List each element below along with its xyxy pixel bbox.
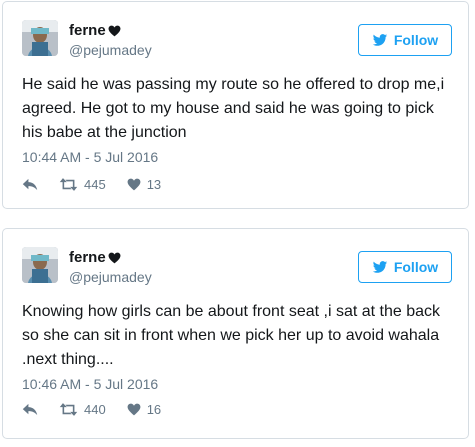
display-name[interactable]: ferne: [69, 22, 106, 40]
heart-icon: [108, 252, 121, 264]
reply-button[interactable]: [22, 178, 38, 191]
tweet-card: ferne @pejumadey Follow Knowing how girl…: [2, 228, 469, 439]
like-icon: [127, 178, 141, 191]
display-name[interactable]: ferne: [69, 249, 106, 267]
tweet-card: ferne @pejumadey Follow He said he was p…: [2, 1, 469, 209]
retweet-icon: [59, 403, 78, 416]
reply-icon: [22, 178, 38, 191]
retweet-icon: [59, 178, 78, 191]
twitter-bird-icon: [372, 260, 387, 273]
retweet-button[interactable]: 445: [59, 177, 106, 192]
heart-icon: [108, 25, 121, 37]
retweet-count: 445: [84, 177, 106, 192]
like-count: 16: [146, 402, 162, 417]
timestamp[interactable]: 10:46 AM - 5 Jul 2016: [22, 376, 158, 393]
action-bar: 445 13: [22, 177, 182, 192]
avatar[interactable]: [22, 20, 58, 56]
timestamp[interactable]: 10:44 AM - 5 Jul 2016: [22, 149, 158, 166]
reply-button[interactable]: [22, 403, 38, 416]
tweet-text: Knowing how girls can be about front sea…: [22, 303, 441, 368]
like-icon: [127, 403, 141, 416]
tweet-text: He said he was passing my route so he of…: [22, 76, 445, 141]
follow-button[interactable]: Follow: [358, 24, 452, 56]
like-count: 13: [146, 177, 162, 192]
reply-icon: [22, 403, 38, 416]
action-bar: 440 16: [22, 402, 182, 417]
retweet-button[interactable]: 440: [59, 402, 106, 417]
retweet-count: 440: [84, 402, 106, 417]
handle[interactable]: @pejumadey: [69, 42, 152, 59]
like-button[interactable]: 13: [127, 177, 161, 192]
handle[interactable]: @pejumadey: [69, 269, 152, 286]
avatar[interactable]: [22, 247, 58, 283]
follow-label: Follow: [393, 259, 439, 275]
twitter-bird-icon: [372, 33, 387, 46]
follow-label: Follow: [393, 32, 439, 48]
follow-button[interactable]: Follow: [358, 251, 452, 283]
like-button[interactable]: 16: [127, 402, 161, 417]
